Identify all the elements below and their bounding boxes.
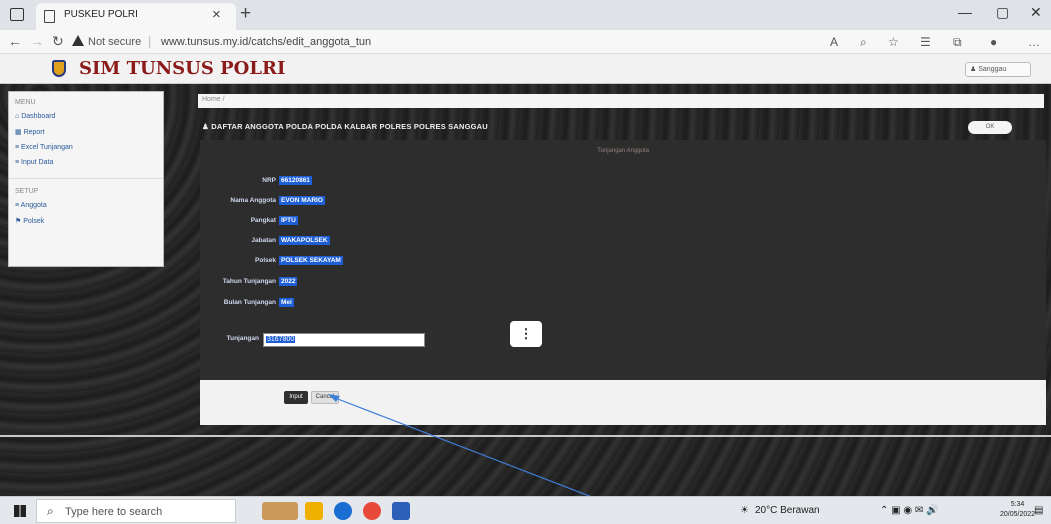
forward-icon[interactable]: → xyxy=(30,33,44,49)
site-header: SIM TUNSUS POLRI ♟ Sanggau xyxy=(0,54,1051,84)
favorite-icon[interactable]: ☆ xyxy=(888,35,899,49)
bulan-label: Bulan Tunjangan xyxy=(223,299,276,306)
weather-widget-icon[interactable] xyxy=(262,502,298,520)
url-field[interactable]: www.tunsus.my.id/catchs/edit_anggota_tun xyxy=(161,36,371,48)
nama-value: EVON MARIO xyxy=(279,196,325,205)
search-placeholder: Type here to search xyxy=(65,506,163,518)
warning-icon xyxy=(72,35,84,46)
file-explorer-icon[interactable] xyxy=(305,502,323,520)
tunjangan-input[interactable]: 3167800 xyxy=(263,333,425,347)
sidebar-item-report[interactable]: ▦ Report xyxy=(9,124,163,140)
input-button[interactable]: Input xyxy=(284,391,308,404)
tunjangan-value: 3167800 xyxy=(266,336,296,343)
search-icon: ⌕ xyxy=(47,504,54,518)
sidebar: MENU ⌂ Dashboard ▦ Report ≡ Excel Tunjan… xyxy=(8,91,164,267)
tab-actions-icon[interactable] xyxy=(10,8,24,21)
collections-icon[interactable]: ⧉ xyxy=(953,35,962,50)
back-icon[interactable]: ← xyxy=(8,33,22,49)
user-icon: ♟ xyxy=(970,66,979,73)
sidebar-item-polsek[interactable]: ⚑ Polsek xyxy=(9,213,163,229)
more-options-button[interactable]: ⋮ xyxy=(510,321,542,347)
nama-label: Nama Anggota xyxy=(230,197,276,204)
nrp-value: 66120861 xyxy=(279,176,312,185)
profile-icon[interactable]: ● xyxy=(990,35,997,49)
read-aloud-icon[interactable]: A xyxy=(830,35,838,49)
minimize-button[interactable]: — xyxy=(958,4,972,20)
tunjangan-label: Tunjangan xyxy=(226,335,259,342)
taskbar: ⌕ Type here to search ☀ 20°C Berawan ⌃ ▣… xyxy=(0,496,1051,524)
jabatan-label: Jabatan xyxy=(251,237,276,244)
user-icon: ♟ xyxy=(202,122,212,131)
sidebar-item-anggota[interactable]: ≡ Anggota xyxy=(9,198,163,213)
clock-time: 5:34 xyxy=(1010,501,1025,508)
address-bar: ← → ↻ Not secure | www.tunsus.my.id/catc… xyxy=(0,30,1051,54)
web-page: SIM TUNSUS POLRI ♟ Sanggau MENU ⌂ Dashbo… xyxy=(0,54,1051,496)
weather-text[interactable]: 20°C Berawan xyxy=(755,505,820,516)
chrome-icon[interactable] xyxy=(363,502,381,520)
user-name: Sanggau xyxy=(978,66,1007,73)
page-divider xyxy=(0,435,1051,437)
windows-start-icon[interactable] xyxy=(14,505,26,517)
nrp-label: NRP xyxy=(262,177,276,184)
sidebar-item-input-data[interactable]: ≡ Input Data xyxy=(9,155,163,170)
tab-title: PUSKEU POLRI xyxy=(64,9,138,20)
taskbar-search[interactable]: ⌕ Type here to search xyxy=(36,499,236,523)
favorites-list-icon[interactable]: ☰ xyxy=(920,35,931,49)
url-separator: | xyxy=(148,34,152,49)
sidebar-menu-heading: MENU xyxy=(15,99,36,106)
notifications-icon[interactable]: ▤ xyxy=(1034,505,1043,516)
breadcrumb[interactable]: Home / xyxy=(198,94,1044,108)
tahun-value: 2022 xyxy=(279,277,298,286)
new-tab-button[interactable]: + xyxy=(240,3,251,25)
jabatan-value: WAKAPOLSEK xyxy=(279,236,330,245)
tab-close-icon[interactable]: × xyxy=(212,6,221,23)
police-shield-icon xyxy=(52,60,66,77)
pangkat-value: IPTU xyxy=(279,216,298,225)
user-menu-button[interactable]: ♟ Sanggau xyxy=(965,62,1031,77)
panel-title: ♟ DAFTAR ANGGOTA POLDA POLDA KALBAR POLR… xyxy=(202,122,488,131)
browser-tab[interactable]: PUSKEU POLRI × xyxy=(36,3,236,30)
security-label[interactable]: Not secure xyxy=(88,36,141,48)
tray-icons[interactable]: ⌃ ▣ ◉ ✉ 🔊 xyxy=(880,505,939,516)
bulan-value: Mei xyxy=(279,298,294,307)
clock-date: 20/05/2022 xyxy=(1000,511,1036,518)
pangkat-label: Pangkat xyxy=(250,217,276,224)
sidebar-item-dashboard[interactable]: ⌂ Dashboard xyxy=(9,109,163,124)
weather-icon: ☀ xyxy=(740,505,749,516)
maximize-button[interactable]: ▢ xyxy=(996,4,1009,21)
edge-icon[interactable] xyxy=(334,502,352,520)
polsek-label: Polsek xyxy=(255,257,276,264)
tahun-label: Tahun Tunjangan xyxy=(222,278,276,285)
form-subtitle: Tunjangan Anggota xyxy=(597,148,649,154)
sidebar-divider xyxy=(9,178,163,179)
polsek-value: POLSEK SEKAYAM xyxy=(279,256,343,265)
site-title[interactable]: SIM TUNSUS POLRI xyxy=(79,58,285,79)
close-window-button[interactable]: ✕ xyxy=(1030,4,1042,21)
browser-tab-bar: PUSKEU POLRI × + — ▢ ✕ xyxy=(0,0,1051,30)
panel-close-button[interactable]: OK xyxy=(968,121,1012,134)
more-icon[interactable]: … xyxy=(1028,35,1040,49)
form-footer: Input Cancel xyxy=(200,380,1046,425)
sidebar-setup-heading: SETUP xyxy=(15,188,39,195)
zoom-icon[interactable]: ⌕ xyxy=(860,35,867,50)
sidebar-item-excel-tunjangan[interactable]: ≡ Excel Tunjangan xyxy=(9,140,163,155)
refresh-icon[interactable]: ↻ xyxy=(52,33,64,50)
word-icon[interactable] xyxy=(392,502,410,520)
page-icon xyxy=(44,10,55,23)
clock[interactable]: 5:34 20/05/2022 xyxy=(1000,500,1035,520)
cancel-button[interactable]: Cancel xyxy=(311,391,339,404)
